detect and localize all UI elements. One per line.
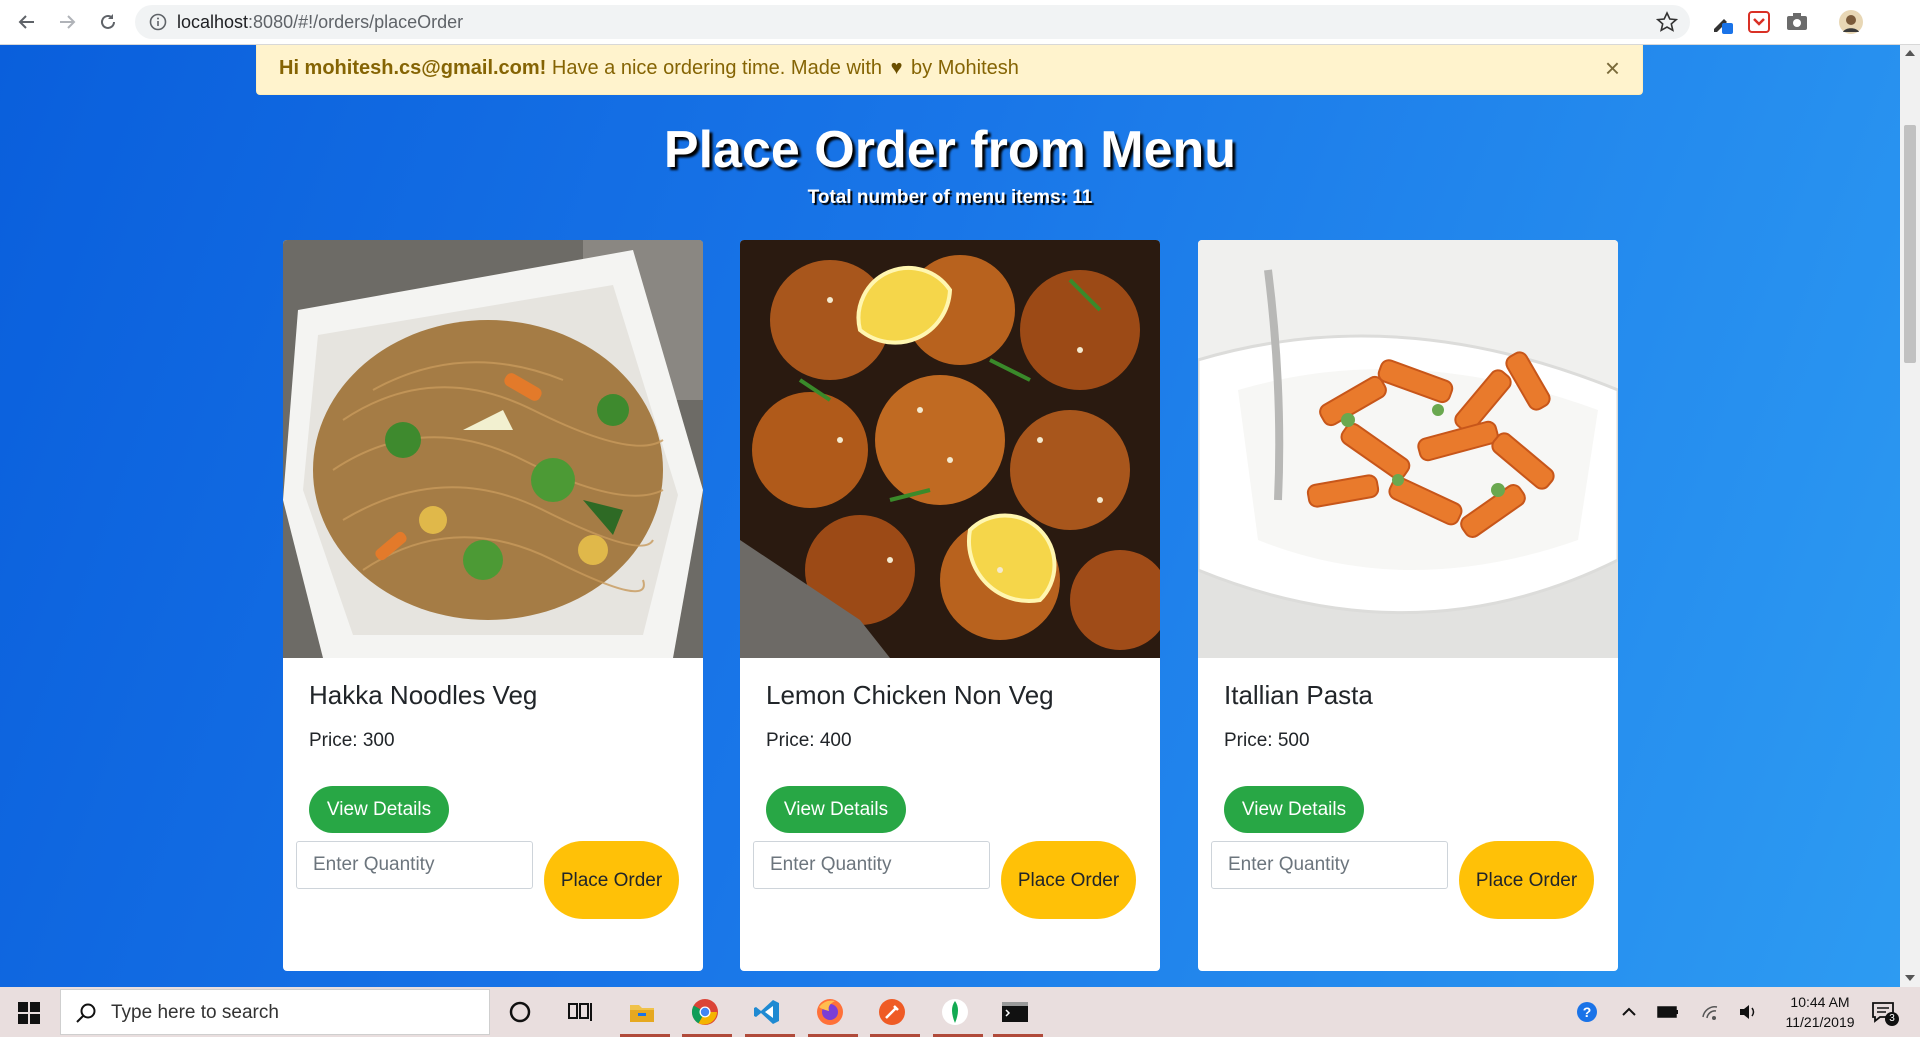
taskbar-clock[interactable]: 10:44 AM 11/21/2019	[1770, 992, 1870, 1032]
page-scrollbar[interactable]	[1900, 45, 1920, 987]
clock-date: 11/21/2019	[1785, 1014, 1855, 1030]
view-details-button[interactable]: View Details	[766, 786, 906, 833]
alert-text-before: Have a nice ordering time. Made with	[546, 57, 883, 79]
notification-count-badge: 3	[1885, 1012, 1899, 1026]
alert-text-after: by Mohitesh	[905, 57, 1019, 79]
page-title: Place Order from Menu	[663, 121, 1237, 179]
place-order-button[interactable]: Place Order	[1459, 841, 1594, 919]
file-explorer-icon[interactable]	[627, 997, 657, 1027]
chrome-icon[interactable]	[690, 997, 720, 1027]
address-bar[interactable]: localhost:8080/#!/orders/placeOrder	[135, 5, 1690, 39]
view-details-button[interactable]: View Details	[1224, 786, 1364, 833]
place-order-button[interactable]: Place Order	[544, 841, 679, 919]
clock-time: 10:44 AM	[1790, 994, 1850, 1010]
item-price: Price: 500	[1224, 730, 1310, 751]
quantity-input[interactable]	[1211, 841, 1448, 889]
windows-taskbar: Type here to search ? 10:44 AM 11/21/201…	[0, 987, 1920, 1037]
notification-center-icon[interactable]: 3	[1870, 999, 1899, 1027]
chicken-image	[740, 240, 1160, 658]
place-order-button[interactable]: Place Order	[1001, 841, 1136, 919]
item-price: Price: 300	[309, 730, 395, 751]
menu-card: Hakka Noodles Veg Price: 300 View Detail…	[283, 240, 703, 971]
pocket-extension-icon[interactable]	[1746, 9, 1772, 35]
menu-card: Lemon Chicken Non Veg Price: 400 View De…	[740, 240, 1160, 971]
vscode-icon[interactable]	[752, 997, 782, 1027]
menu-card: Itallian Pasta Price: 500 View Details P…	[1198, 240, 1618, 971]
scroll-down-icon[interactable]	[1905, 975, 1915, 981]
menu-count: Total number of menu items: 11	[807, 187, 1093, 208]
url-text: localhost:8080/#!/orders/placeOrder	[177, 12, 463, 33]
noodles-image	[283, 240, 703, 658]
item-price: Price: 400	[766, 730, 852, 751]
page-viewport: Hi mohitesh.cs@gmail.com! Have a nice or…	[0, 45, 1900, 987]
scroll-up-icon[interactable]	[1905, 50, 1915, 56]
alert-greeting: Hi mohitesh.cs@gmail.com!	[279, 57, 547, 79]
quantity-input[interactable]	[753, 841, 990, 889]
search-icon	[75, 1002, 97, 1024]
bookmark-star-icon[interactable]	[1655, 11, 1679, 33]
mongodb-compass-icon[interactable]	[940, 997, 970, 1027]
welcome-alert: Hi mohitesh.cs@gmail.com! Have a nice or…	[256, 45, 1643, 95]
postman-icon[interactable]	[877, 997, 907, 1027]
camera-extension-icon[interactable]	[1784, 9, 1810, 35]
firefox-icon[interactable]	[815, 997, 845, 1027]
terminal-icon[interactable]	[1000, 997, 1030, 1027]
wifi-icon[interactable]	[1700, 1001, 1722, 1023]
view-details-button[interactable]: View Details	[309, 786, 449, 833]
item-name: Hakka Noodles Veg	[309, 680, 538, 710]
item-name: Lemon Chicken Non Veg	[766, 680, 1054, 710]
cortana-icon[interactable]	[505, 997, 535, 1027]
forward-icon[interactable]	[52, 8, 82, 36]
volume-icon[interactable]	[1737, 1001, 1759, 1023]
close-icon[interactable]: ×	[1605, 55, 1620, 81]
taskbar-search[interactable]: Type here to search	[60, 989, 490, 1035]
eyedropper-extension-icon[interactable]	[1709, 9, 1735, 35]
info-icon[interactable]	[149, 13, 167, 31]
quantity-input[interactable]	[296, 841, 533, 889]
svg-text:?: ?	[1583, 1004, 1592, 1020]
item-name: Itallian Pasta	[1224, 680, 1373, 710]
task-view-icon[interactable]	[565, 997, 595, 1027]
profile-avatar-icon[interactable]	[1838, 9, 1864, 35]
heart-icon: ♥	[890, 57, 903, 79]
help-icon[interactable]: ?	[1576, 1001, 1598, 1023]
alert-message: Hi mohitesh.cs@gmail.com! Have a nice or…	[279, 57, 1019, 80]
battery-icon[interactable]	[1657, 1001, 1679, 1023]
back-icon[interactable]	[12, 8, 42, 36]
search-placeholder: Type here to search	[111, 1002, 279, 1023]
url-host: localhost	[177, 12, 249, 32]
scrollbar-thumb[interactable]	[1904, 125, 1916, 363]
chevron-up-icon[interactable]	[1618, 1001, 1640, 1023]
url-path: :8080/#!/orders/placeOrder	[248, 12, 464, 32]
reload-icon[interactable]	[93, 8, 123, 36]
browser-toolbar: localhost:8080/#!/orders/placeOrder	[0, 0, 1920, 45]
pasta-image	[1198, 240, 1618, 658]
windows-start-icon[interactable]	[18, 1002, 40, 1024]
